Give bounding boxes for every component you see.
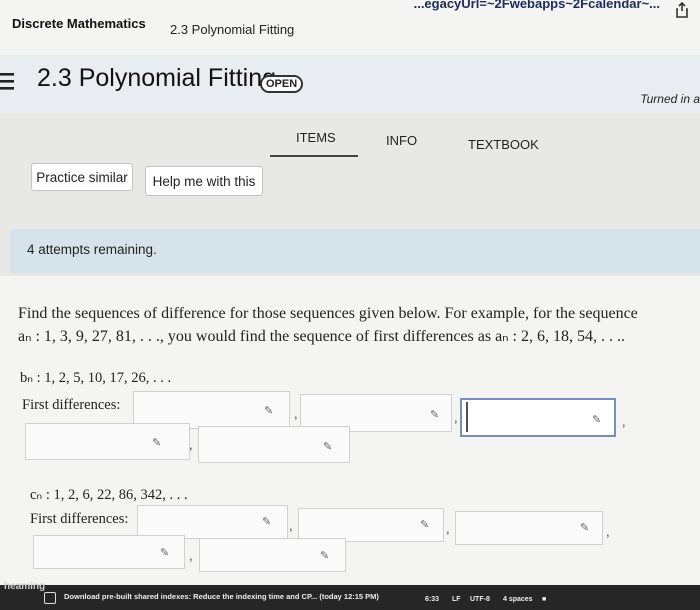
comma-separator: ,	[189, 437, 193, 452]
turned-in-status: Turned in a	[640, 92, 700, 106]
comma-separator: ,	[454, 410, 458, 425]
tab-items[interactable]: ITEMS	[296, 130, 336, 145]
sequence-b: bₙ : 1, 2, 5, 10, 17, 26, . . .	[20, 370, 172, 386]
assignment-header: 2.3 Polynomial Fitting OPEN Turned in a	[0, 55, 700, 113]
first-differences-label-b: First differences:	[22, 397, 121, 413]
help-me-button[interactable]: Help me with this	[145, 166, 263, 196]
question-instruction: Find the sequences of difference for tho…	[18, 305, 638, 322]
question-example: aₙ : 1, 3, 9, 27, 81, . . ., you would f…	[18, 328, 625, 345]
notification-icon[interactable]	[44, 592, 56, 604]
pencil-icon[interactable]: ✎	[430, 408, 439, 421]
practice-similar-button[interactable]: Practice similar	[31, 163, 133, 191]
comma-separator: ,	[289, 518, 293, 533]
attempts-remaining: 4 attempts remaining.	[27, 242, 157, 257]
indexes-notification[interactable]: Download pre-built shared indexes: Reduc…	[64, 592, 379, 601]
url-fragment[interactable]: ...egacyUrl=~2Fwebapps~2Fcalendar~...	[414, 0, 660, 11]
line-ending[interactable]: LF	[452, 596, 461, 603]
tab-info[interactable]: INFO	[386, 133, 417, 148]
comma-separator: ,	[189, 548, 193, 563]
editor-tab-label[interactable]: heaming	[4, 581, 45, 592]
text-cursor	[466, 402, 468, 432]
pencil-icon[interactable]: ✎	[580, 521, 589, 534]
comma-separator: ,	[622, 414, 626, 429]
breadcrumb-course[interactable]: Discrete Mathematics	[12, 16, 146, 31]
pencil-icon[interactable]: ✎	[160, 546, 169, 559]
caret-position[interactable]: 6:33	[425, 596, 439, 603]
share-icon[interactable]	[674, 2, 690, 18]
active-tab-indicator	[270, 155, 358, 157]
comma-separator: ,	[606, 524, 610, 539]
pencil-icon[interactable]: ✎	[323, 440, 332, 453]
pencil-icon[interactable]: ✎	[592, 413, 601, 426]
answer-b4-input[interactable]	[25, 423, 190, 460]
page-title: 2.3 Polynomial Fitting	[37, 64, 277, 92]
file-encoding[interactable]: UTF-8	[470, 596, 490, 603]
tab-textbook[interactable]: TEXTBOOK	[468, 137, 539, 152]
hamburger-menu-icon[interactable]	[0, 70, 16, 92]
comma-separator: ,	[294, 406, 298, 421]
breadcrumb-section[interactable]: 2.3 Polynomial Fitting	[170, 22, 294, 37]
pencil-icon[interactable]: ✎	[152, 436, 161, 449]
first-differences-label-c: First differences:	[30, 511, 129, 527]
indent-setting[interactable]: 4 spaces	[503, 596, 533, 603]
pencil-icon[interactable]: ✎	[320, 549, 329, 562]
pencil-icon[interactable]: ✎	[264, 404, 273, 417]
status-badge: OPEN	[260, 75, 304, 93]
lock-icon[interactable]: ■	[542, 596, 546, 603]
attempts-panel: 4 attempts remaining.	[10, 229, 700, 273]
pencil-icon[interactable]: ✎	[262, 515, 271, 528]
comma-separator: ,	[446, 521, 450, 536]
sequence-c: cₙ : 1, 2, 6, 22, 86, 342, . . .	[30, 487, 188, 503]
pencil-icon[interactable]: ✎	[420, 518, 429, 531]
